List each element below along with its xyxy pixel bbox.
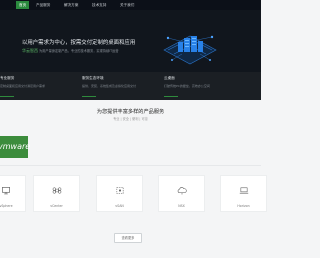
product-card-label: vCenter bbox=[50, 204, 63, 208]
section-divider bbox=[0, 165, 261, 166]
server-network-illustration bbox=[163, 35, 217, 65]
product-card-label: vSphere bbox=[0, 204, 13, 208]
vmware-logo-text: vmware bbox=[0, 142, 31, 151]
feature-item[interactable]: 云桌面 打破传统PC的壁垒，高效办公空间 bbox=[164, 76, 210, 88]
dashed-box-icon bbox=[116, 187, 123, 194]
nav-item-support[interactable]: 技术支持 bbox=[92, 1, 106, 9]
nav-item-home[interactable]: 首页 bbox=[16, 1, 30, 9]
laptop-icon bbox=[239, 187, 248, 194]
product-card-label: vSAN bbox=[115, 204, 124, 208]
monitor-icon bbox=[2, 187, 10, 195]
nav-item-products[interactable]: 产品服务 bbox=[36, 1, 50, 9]
view-more-button[interactable]: 查看更多 bbox=[114, 233, 142, 243]
products-subtitle: 专业 | 安全 | 便利 | 可靠 bbox=[113, 117, 148, 121]
feature-title: 云桌面 bbox=[164, 76, 175, 80]
feature-item[interactable]: 服务生态环境 提供、安装、系统集成及虚拟化应用交付 bbox=[82, 76, 136, 88]
product-card[interactable]: vSphere bbox=[0, 175, 26, 212]
feature-underline bbox=[82, 96, 96, 97]
nav-item-about[interactable]: 关于我们 bbox=[120, 1, 134, 9]
product-card-label: NSX bbox=[178, 204, 185, 208]
feature-desc: 打破传统PC的壁垒，高效办公空间 bbox=[164, 84, 210, 88]
feature-item[interactable]: 专业服务 定制桌面和应用交付满足用户需求 bbox=[0, 76, 45, 88]
cloud-icon bbox=[177, 187, 187, 195]
hero-subtitle-text: 为用户量身定制产品，专业的技术服务，实现持续IT运营 bbox=[39, 49, 119, 53]
feature-desc: 提供、安装、系统集成及虚拟化应用交付 bbox=[82, 84, 137, 88]
hero-banner: 以用户需求为中心，按需交付定制的桌面和应用 华云智西 为用户量身定制产品，专业的… bbox=[0, 10, 261, 72]
feature-title: 服务生态环境 bbox=[82, 76, 104, 80]
feature-underline bbox=[0, 96, 14, 97]
product-card[interactable]: vCenter bbox=[33, 175, 80, 212]
product-card[interactable]: Horizon bbox=[220, 175, 267, 212]
feature-title: 专业服务 bbox=[0, 76, 15, 80]
command-icon bbox=[52, 187, 61, 194]
product-card[interactable]: vSAN bbox=[96, 175, 143, 212]
vmware-banner[interactable]: vmware bbox=[0, 136, 31, 158]
hero-brand: 华云智西 bbox=[22, 48, 38, 53]
hero-subtitle: 华云智西 为用户量身定制产品，专业的技术服务，实现持续IT运营 bbox=[22, 48, 118, 54]
top-navigation: 首页 产品服务 解决方案 技术支持 关于我们 bbox=[0, 0, 261, 10]
features-strip: 专业服务 定制桌面和应用交付满足用户需求 服务生态环境 提供、安装、系统集成及虚… bbox=[0, 72, 261, 100]
product-card[interactable]: NSX bbox=[158, 175, 205, 212]
nav-item-solutions[interactable]: 解决方案 bbox=[64, 1, 78, 9]
hero-title: 以用户需求为中心，按需交付定制的桌面和应用 bbox=[22, 40, 136, 46]
feature-desc: 定制桌面和应用交付满足用户需求 bbox=[0, 84, 46, 88]
product-card-label: Horizon bbox=[237, 204, 250, 208]
products-title: 为您提供丰富多样的产品服务 bbox=[96, 109, 165, 115]
feature-underline bbox=[164, 96, 178, 97]
